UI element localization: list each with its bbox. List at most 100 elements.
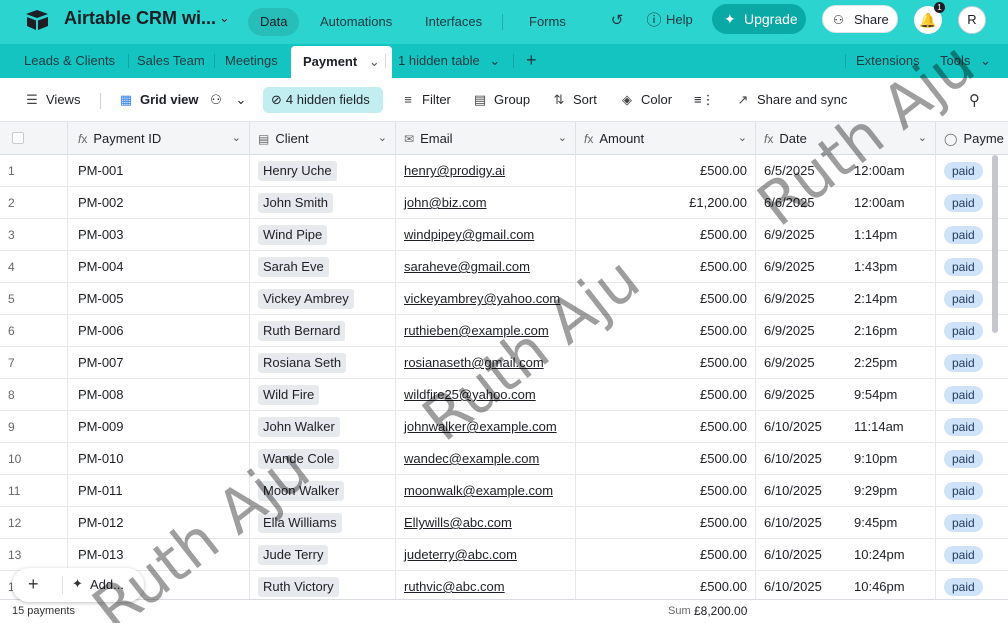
date-cell[interactable]: 6/10/2025 11:14am: [756, 411, 936, 443]
add-table-icon[interactable]: +: [526, 50, 537, 71]
table-row[interactable]: 1 PM-001 Henry Uche henry@prodigy.ai £500.00…: [0, 155, 1008, 187]
nav-tab-automations[interactable]: Automations: [308, 8, 404, 36]
table-tab-leads-clients[interactable]: Leads & Clients: [24, 44, 115, 78]
table-row[interactable]: 11 PM-011 Moon Walker moonwalk@example.com £…: [0, 475, 1008, 507]
views-toggle[interactable]: ☰ Views: [24, 92, 80, 108]
table-row[interactable]: 9 PM-009 John Walker johnwalker@example.com…: [0, 411, 1008, 443]
amount-sum[interactable]: £8,200.00: [694, 604, 747, 618]
payment-id-cell[interactable]: PM-008: [68, 379, 250, 411]
client-cell[interactable]: Ruth Bernard: [250, 315, 396, 347]
grid-view-selector[interactable]: ▦ Grid view ⚇ ⌄: [118, 92, 247, 108]
payment-status-cell[interactable]: paid: [936, 475, 1008, 507]
date-cell[interactable]: 6/9/2025 9:54pm: [756, 379, 936, 411]
nav-tab-data[interactable]: Data: [248, 8, 300, 36]
email-link[interactable]: ruthieben@example.com: [404, 323, 549, 338]
email-cell[interactable]: ruthieben@example.com: [396, 315, 576, 347]
amount-cell[interactable]: £500.00: [576, 347, 756, 379]
share-sync-button[interactable]: ↗ Share and sync: [735, 92, 848, 108]
linked-record-chip[interactable]: John Smith: [258, 193, 334, 213]
email-cell[interactable]: wildfire25@yahoo.com: [396, 379, 576, 411]
tools-menu[interactable]: Tools ⌄: [940, 44, 991, 78]
table-row[interactable]: 6 PM-006 Ruth Bernard ruthieben@example.com…: [0, 315, 1008, 347]
table-row[interactable]: 2 PM-002 John Smith john@biz.com £1,200.00 6/…: [0, 187, 1008, 219]
column-header-amount[interactable]: fx Amount ⌄: [576, 122, 756, 155]
client-cell[interactable]: Jude Terry: [250, 539, 396, 571]
amount-cell[interactable]: £500.00: [576, 283, 756, 315]
hidden-fields-button[interactable]: ⊘ 4 hidden fields: [263, 87, 383, 113]
table-row[interactable]: 4 PM-004 Sarah Eve saraheve@gmail.com £500.0…: [0, 251, 1008, 283]
payment-id-cell[interactable]: PM-011: [68, 475, 250, 507]
nav-tab-forms[interactable]: Forms: [517, 8, 578, 36]
date-cell[interactable]: 6/10/2025 9:10pm: [756, 443, 936, 475]
share-button[interactable]: ⚇ Share: [822, 5, 898, 33]
amount-cell[interactable]: £500.00: [576, 315, 756, 347]
client-cell[interactable]: Ella Williams: [250, 507, 396, 539]
payment-id-cell[interactable]: PM-001: [68, 155, 250, 187]
airtable-logo-icon[interactable]: [24, 9, 50, 31]
linked-record-chip[interactable]: Sarah Eve: [258, 257, 329, 277]
email-link[interactable]: johnwalker@example.com: [404, 419, 557, 434]
date-cell[interactable]: 6/10/2025 10:46pm: [756, 571, 936, 601]
email-cell[interactable]: windpipey@gmail.com: [396, 219, 576, 251]
linked-record-chip[interactable]: Ruth Bernard: [258, 321, 346, 341]
amount-cell[interactable]: £500.00: [576, 539, 756, 571]
column-header-payment-id[interactable]: fx Payment ID ⌄: [68, 122, 250, 155]
amount-cell[interactable]: £500.00: [576, 411, 756, 443]
amount-cell[interactable]: £500.00: [576, 475, 756, 507]
payment-status-cell[interactable]: paid: [936, 507, 1008, 539]
table-row[interactable]: 5 PM-005 Vickey Ambrey vickeyambrey@yahoo.c…: [0, 283, 1008, 315]
email-link[interactable]: Ellywills@abc.com: [404, 515, 512, 530]
date-cell[interactable]: 6/9/2025 2:16pm: [756, 315, 936, 347]
linked-record-chip[interactable]: Ruth Victory: [258, 577, 339, 597]
email-link[interactable]: saraheve@gmail.com: [404, 259, 530, 274]
nav-tab-interfaces[interactable]: Interfaces: [413, 8, 494, 36]
client-cell[interactable]: John Smith: [250, 187, 396, 219]
table-row[interactable]: 13 PM-013 Jude Terry judeterry@abc.com £500.…: [0, 539, 1008, 571]
table-row[interactable]: 10 PM-010 Wande Cole wandec@example.com £500…: [0, 443, 1008, 475]
date-cell[interactable]: 6/6/2025 12:00am: [756, 187, 936, 219]
help-link[interactable]: Help: [666, 12, 693, 27]
table-row[interactable]: 8 PM-008 Wild Fire wildfire25@yahoo.com £500…: [0, 379, 1008, 411]
base-title[interactable]: Airtable CRM wi...: [64, 8, 216, 29]
email-cell[interactable]: wandec@example.com: [396, 443, 576, 475]
avatar[interactable]: R: [958, 6, 986, 34]
payment-id-cell[interactable]: PM-006: [68, 315, 250, 347]
payment-id-cell[interactable]: PM-004: [68, 251, 250, 283]
magic-wand-icon[interactable]: ✦: [72, 576, 83, 592]
chevron-down-icon[interactable]: ⌄: [918, 122, 927, 155]
linked-record-chip[interactable]: Wild Fire: [258, 385, 320, 405]
linked-record-chip[interactable]: Vickey Ambrey: [258, 289, 354, 309]
email-link[interactable]: john@biz.com: [404, 195, 487, 210]
client-cell[interactable]: Henry Uche: [250, 155, 396, 187]
payment-status-cell[interactable]: paid: [936, 539, 1008, 571]
amount-cell[interactable]: £500.00: [576, 379, 756, 411]
table-row[interactable]: 7 PM-007 Rosiana Seth rosianaseth@gmail.com…: [0, 347, 1008, 379]
sort-button[interactable]: ⇅ Sort: [551, 92, 597, 108]
payment-id-cell[interactable]: PM-005: [68, 283, 250, 315]
column-header-client[interactable]: ▤ Client ⌄: [250, 122, 396, 155]
table-row[interactable]: 12 PM-012 Ella Williams Ellywills@abc.com £5…: [0, 507, 1008, 539]
payment-id-cell[interactable]: PM-012: [68, 507, 250, 539]
filter-button[interactable]: ≡ Filter: [400, 92, 451, 107]
chevron-down-icon[interactable]: ⌄: [378, 122, 387, 155]
group-button[interactable]: ▤ Group: [472, 92, 530, 108]
chevron-down-icon[interactable]: ⌄: [558, 122, 567, 155]
linked-record-chip[interactable]: Wind Pipe: [258, 225, 328, 245]
client-cell[interactable]: Ruth Victory: [250, 571, 396, 601]
amount-cell[interactable]: £500.00: [576, 571, 756, 601]
extensions-button[interactable]: Extensions: [856, 44, 920, 78]
amount-cell[interactable]: £1,200.00: [576, 187, 756, 219]
payment-id-cell[interactable]: PM-013: [68, 539, 250, 571]
table-tab-meetings[interactable]: Meetings: [225, 44, 278, 78]
payment-id-cell[interactable]: PM-010: [68, 443, 250, 475]
color-button[interactable]: ◈ Color: [619, 92, 672, 108]
email-link[interactable]: ruthvic@abc.com: [404, 579, 505, 594]
chevron-down-icon[interactable]: ⌄: [219, 10, 230, 26]
search-icon[interactable]: ⚲: [969, 91, 980, 109]
linked-record-chip[interactable]: John Walker: [258, 417, 340, 437]
payment-id-cell[interactable]: PM-002: [68, 187, 250, 219]
linked-record-chip[interactable]: Wande Cole: [258, 449, 340, 469]
email-cell[interactable]: ruthvic@abc.com: [396, 571, 576, 601]
email-link[interactable]: judeterry@abc.com: [404, 547, 517, 562]
payment-id-cell[interactable]: PM-003: [68, 219, 250, 251]
